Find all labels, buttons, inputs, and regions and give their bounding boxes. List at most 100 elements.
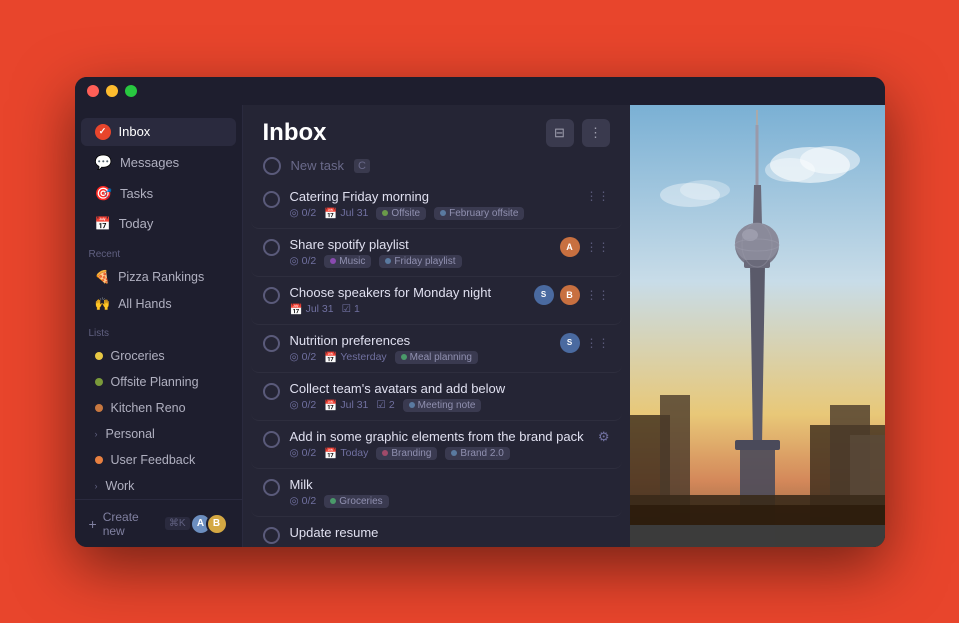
task-name: Milk [290, 477, 600, 492]
main-content: Inbox ⊟ ⋮ New task C [243, 105, 630, 547]
tag-dot [409, 402, 415, 408]
list-work[interactable]: › Work [81, 474, 236, 498]
task-meta: ◎ 0/2 Groceries [290, 495, 600, 508]
nav-tasks-label: Tasks [120, 186, 153, 201]
task-checkbox[interactable] [263, 287, 280, 304]
task-item[interactable]: Collect team's avatars and add below ◎ 0… [251, 373, 622, 421]
task-item[interactable]: Add in some graphic elements from the br… [251, 421, 622, 469]
task-tag1: Groceries [324, 495, 388, 508]
recent-all-hands[interactable]: 🙌 All Hands [81, 292, 236, 317]
tag-dot [382, 210, 388, 216]
calendar-icon: 📅 [324, 447, 337, 460]
kitchen-dot [95, 404, 103, 412]
task-name: Share spotify playlist [290, 237, 550, 252]
gear-icon: ⚙ [598, 429, 610, 445]
task-item[interactable]: Choose speakers for Monday night 📅 Jul 3… [251, 277, 622, 325]
main-header: Inbox ⊟ ⋮ [243, 105, 630, 147]
nav-inbox[interactable]: Inbox [81, 118, 236, 146]
task-progress: ◎ 0/2 [290, 447, 317, 459]
tag-dot [451, 450, 457, 456]
task-item[interactable]: Milk ◎ 0/2 Groceries [251, 469, 622, 517]
app-body: Inbox 💬 Messages 🎯 Tasks 📅 Today Recent … [75, 105, 885, 547]
task-right: S ⋮⋮ [560, 333, 610, 353]
page-title: Inbox [263, 119, 327, 147]
user-avatars: A B [196, 513, 228, 535]
pizza-icon: 🍕 [95, 270, 111, 285]
slack-icon: S [560, 333, 580, 353]
slack-icon: S [534, 285, 554, 305]
more-button[interactable]: ⋮ [582, 119, 610, 147]
progress-icon: ◎ [290, 255, 299, 267]
progress-icon: ◎ [290, 447, 299, 459]
task-meta: 📅 Jul 31 ☑ 1 [290, 303, 524, 316]
task-progress: ◎ 0/2 [290, 399, 317, 411]
minimize-button[interactable] [106, 85, 118, 97]
task-item[interactable]: Share spotify playlist ◎ 0/2 Music [251, 229, 622, 277]
task-meta: ◎ 0/2 Music Friday playlist [290, 255, 550, 268]
task-date: 📅 Jul 31 [324, 207, 368, 220]
subtask-count: ☑ 2 [376, 399, 394, 411]
task-body: Choose speakers for Monday night 📅 Jul 3… [290, 285, 524, 316]
app-window: Inbox 💬 Messages 🎯 Tasks 📅 Today Recent … [75, 77, 885, 547]
task-menu-icon[interactable]: ⋮⋮ [586, 288, 610, 302]
more-icon: ⋮ [589, 125, 602, 141]
task-date: 📅 Today [324, 447, 368, 460]
pizza-rankings-label: Pizza Rankings [118, 270, 204, 284]
task-menu-icon[interactable]: ⋮⋮ [586, 336, 610, 350]
progress-icon: ◎ [290, 351, 299, 363]
task-menu-icon[interactable]: ⋮⋮ [586, 240, 610, 254]
task-body: Nutrition preferences ◎ 0/2 📅 Yesterday [290, 333, 550, 364]
maximize-button[interactable] [125, 85, 137, 97]
list-user-feedback[interactable]: User Feedback [81, 448, 236, 472]
tag-dot [330, 258, 336, 264]
personal-label: Personal [106, 427, 155, 441]
task-checkbox[interactable] [263, 479, 280, 496]
task-checkbox[interactable] [263, 191, 280, 208]
create-shortcut: ⌘K [165, 517, 190, 530]
filter-button[interactable]: ⊟ [546, 119, 574, 147]
personal-chevron-icon: › [95, 429, 98, 439]
work-label: Work [106, 479, 135, 493]
close-button[interactable] [87, 85, 99, 97]
task-assignee-avatar: A [560, 237, 580, 257]
recent-pizza-rankings[interactable]: 🍕 Pizza Rankings [81, 265, 236, 290]
nav-tasks[interactable]: 🎯 Tasks [81, 179, 236, 208]
task-date: 📅 Yesterday [324, 351, 386, 364]
task-item[interactable]: Nutrition preferences ◎ 0/2 📅 Yesterday [251, 325, 622, 373]
task-item[interactable]: Update resume [251, 517, 622, 547]
berlin-tower-svg [630, 105, 885, 547]
groceries-dot [95, 352, 103, 360]
task-progress: ◎ 0/2 [290, 255, 317, 267]
groceries-label: Groceries [111, 349, 165, 363]
task-checkbox[interactable] [263, 335, 280, 352]
task-tag1: Meeting note [403, 399, 482, 412]
task-menu-icon[interactable]: ⋮⋮ [586, 189, 610, 203]
task-meta: ◎ 0/2 📅 Yesterday Meal planning [290, 351, 550, 364]
today-icon: 📅 [95, 216, 111, 232]
list-personal[interactable]: › Personal [81, 422, 236, 446]
nav-today[interactable]: 📅 Today [81, 210, 236, 238]
task-assignee-avatar: B [560, 285, 580, 305]
user-feedback-dot [95, 456, 103, 464]
nav-inbox-label: Inbox [119, 124, 151, 139]
calendar-icon: 📅 [290, 303, 303, 316]
new-task-row[interactable]: New task C [243, 147, 630, 181]
list-offsite-planning[interactable]: Offsite Planning [81, 370, 236, 394]
calendar-icon: 📅 [324, 351, 337, 364]
task-progress: ◎ 0/2 [290, 207, 317, 219]
task-checkbox[interactable] [263, 383, 280, 400]
nav-messages[interactable]: 💬 Messages [81, 148, 236, 177]
progress-icon: ◎ [290, 399, 299, 411]
task-checkbox[interactable] [263, 239, 280, 256]
task-item[interactable]: Catering Friday morning ◎ 0/2 📅 Jul 31 [251, 181, 622, 229]
new-task-label: New task [291, 158, 344, 173]
create-new-button[interactable]: + Create new ⌘K [89, 510, 190, 538]
task-checkbox[interactable] [263, 527, 280, 544]
list-groceries[interactable]: Groceries [81, 344, 236, 368]
header-actions: ⊟ ⋮ [546, 119, 610, 147]
sidebar-bottom: + Create new ⌘K A B [75, 499, 242, 547]
list-kitchen-reno[interactable]: Kitchen Reno [81, 396, 236, 420]
task-name: Add in some graphic elements from the br… [290, 429, 588, 444]
task-tag1: Meal planning [395, 351, 478, 364]
task-checkbox[interactable] [263, 431, 280, 448]
